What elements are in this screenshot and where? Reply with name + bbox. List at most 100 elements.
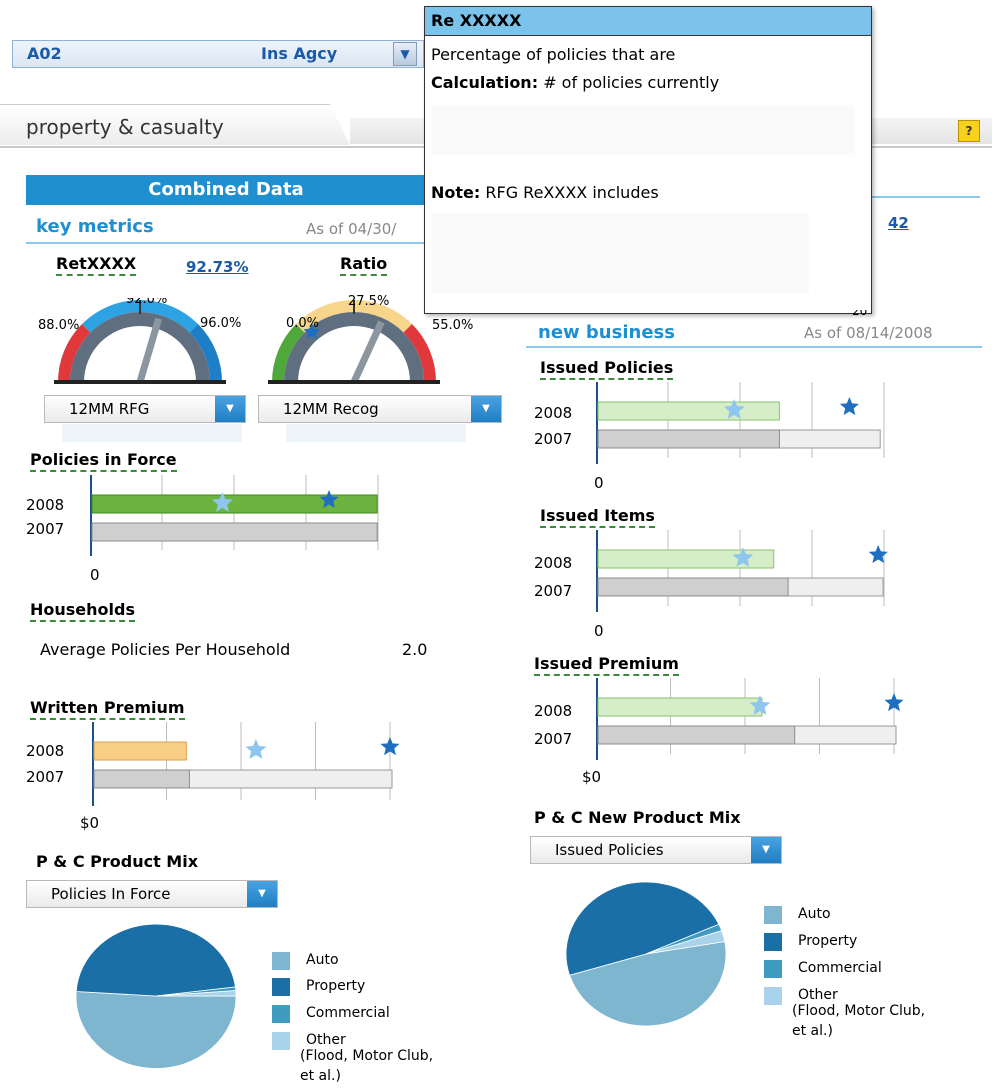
legend-other-note: (Flood, Motor Club, <box>300 1048 434 1064</box>
tooltip-calc-label: Calculation: <box>431 73 539 92</box>
issued-items-chart <box>596 530 888 612</box>
iprem-bar-2007 <box>597 725 796 745</box>
retention-label: RetXXXX <box>56 254 137 276</box>
tooltip-title: Re XXXXX <box>431 11 522 30</box>
gauge2-period-value: 12MM Recog <box>283 400 379 418</box>
ip-year-2007: 2007 <box>534 430 573 448</box>
ip-bar-2008 <box>597 401 780 421</box>
new-legend-swatch-commercial <box>764 960 782 978</box>
tooltip-calculation: Calculation: # of policies currently <box>431 73 719 92</box>
avg-policies-label: Average Policies Per Household <box>40 640 291 659</box>
agency-selector[interactable]: A02 Ins Agcy ▼ <box>12 40 424 68</box>
tooltip-note-label: Note: <box>431 183 481 202</box>
pc-mix-select-value: Policies In Force <box>51 885 171 903</box>
new-legend-swatch-other <box>764 987 782 1005</box>
gauge1-high-label: 96.0% <box>200 316 242 331</box>
chevron-down-icon[interactable]: ▼ <box>393 42 417 66</box>
ii-year-2007: 2007 <box>534 582 573 600</box>
new-business-title: new business <box>538 322 675 343</box>
legend-swatch-other <box>272 1032 290 1050</box>
pif-axis-zero: 0 <box>90 566 100 584</box>
gauge2-period-select[interactable]: 12MM Recog ▼ <box>258 395 502 423</box>
pc-new-mix-pie-chart <box>566 881 727 1027</box>
pif-year-2007: 2007 <box>26 520 65 538</box>
tooltip-calc-text: # of policies currently <box>543 73 720 92</box>
right-section-rule <box>870 196 980 198</box>
new-business-rule <box>526 346 982 348</box>
gauge1-needle <box>136 317 163 383</box>
gauge2-needle <box>350 320 385 384</box>
gauge2-caption-bg <box>286 424 466 442</box>
pc-mix-title: P & C Product Mix <box>36 852 199 871</box>
wp-bar-2008 <box>93 741 187 761</box>
tooltip-header: Re XXXXX <box>425 7 871 36</box>
written-premium-chart <box>92 722 400 806</box>
pif-year-2008: 2008 <box>26 496 65 514</box>
wp-year-2007: 2007 <box>26 768 65 786</box>
iprem-year-2007: 2007 <box>534 730 573 748</box>
ip-axis-zero: 0 <box>594 474 604 492</box>
legend-label-commercial: Commercial <box>306 1005 390 1021</box>
legend-swatch-property <box>272 978 290 996</box>
policies-in-force-chart <box>90 475 379 556</box>
gauge1-low-label: 88.0% <box>38 318 80 333</box>
legend-swatch-commercial <box>272 1005 290 1023</box>
pc-new-mix-select[interactable]: Issued Policies ▼ <box>530 836 782 864</box>
help-icon[interactable]: ? <box>958 120 980 142</box>
gauge1-caption-bg <box>62 424 242 442</box>
pc-new-mix-select-value: Issued Policies <box>555 841 664 859</box>
iprem-year-2008: 2008 <box>534 702 573 720</box>
legend-other-note-2: et al.) <box>300 1068 341 1084</box>
new-legend-swatch-property <box>764 933 782 951</box>
gauge2-low-label: 0.0% <box>286 316 320 331</box>
new-legend-label-auto: Auto <box>798 906 831 922</box>
new-legend-swatch-auto <box>764 906 782 924</box>
tooltip-note: Note: RFG ReXXXX includes <box>431 183 659 202</box>
gauge2-mid-label: 27.5% <box>348 294 390 309</box>
new-legend-other-note-2: et al.) <box>792 1023 833 1039</box>
ip-bar-2007 <box>597 429 780 449</box>
tab-property-casualty[interactable]: property & casualty <box>0 104 350 145</box>
right-metric-link[interactable]: 42 <box>888 214 909 232</box>
wp-year-2008: 2008 <box>26 742 65 760</box>
chevron-down-icon: ▼ <box>247 881 277 907</box>
ii-axis-zero: 0 <box>594 622 604 640</box>
gauge1-base <box>54 380 226 384</box>
combined-data-banner: Combined Data <box>26 175 426 205</box>
pc-slice-property <box>76 923 236 997</box>
top-border <box>0 0 1004 1</box>
key-metrics-rule <box>26 242 426 244</box>
chevron-down-icon: ▼ <box>751 837 781 863</box>
issued-policies-chart <box>596 382 885 464</box>
written-premium-title: Written Premium <box>30 698 185 720</box>
pif-bar-2007 <box>91 522 378 542</box>
retention-value-link[interactable]: 92.73% <box>186 258 248 276</box>
legend-label-auto: Auto <box>306 952 339 968</box>
key-metrics-title: key metrics <box>36 216 154 237</box>
iprem-axis-zero: $0 <box>582 768 602 786</box>
issued-policies-title: Issued Policies <box>540 358 674 380</box>
tooltip-blank-block-1 <box>431 105 855 155</box>
agency-code: A02 <box>27 44 62 63</box>
ratio-label: Ratio <box>340 254 388 276</box>
new-legend-label-property: Property <box>798 933 858 949</box>
ii-year-2008: 2008 <box>534 554 573 572</box>
gauge1-period-select[interactable]: 12MM RFG ▼ <box>44 395 246 423</box>
tooltip-blank-block-2 <box>431 213 809 293</box>
ii-star-target <box>868 545 888 564</box>
gauge1-period-value: 12MM RFG <box>69 400 150 418</box>
iprem-bar-2008 <box>597 697 763 717</box>
avg-policies-value: 2.0 <box>402 640 428 659</box>
pc-new-mix-title: P & C New Product Mix <box>534 808 741 827</box>
wp-bar-2007 <box>93 769 190 789</box>
new-legend-other-note: (Flood, Motor Club, <box>792 1003 926 1019</box>
gauge2-high-label: 55.0% <box>432 318 474 333</box>
pc-slice-auto <box>76 991 237 1069</box>
pc-mix-select[interactable]: Policies In Force ▼ <box>26 880 278 908</box>
issued-items-title: Issued Items <box>540 506 655 528</box>
ip-year-2008: 2008 <box>534 404 573 422</box>
wp-axis-zero: $0 <box>80 814 100 832</box>
gauge2-base <box>268 380 440 384</box>
households-title: Households <box>30 600 135 622</box>
ii-bar-2007 <box>597 577 789 597</box>
